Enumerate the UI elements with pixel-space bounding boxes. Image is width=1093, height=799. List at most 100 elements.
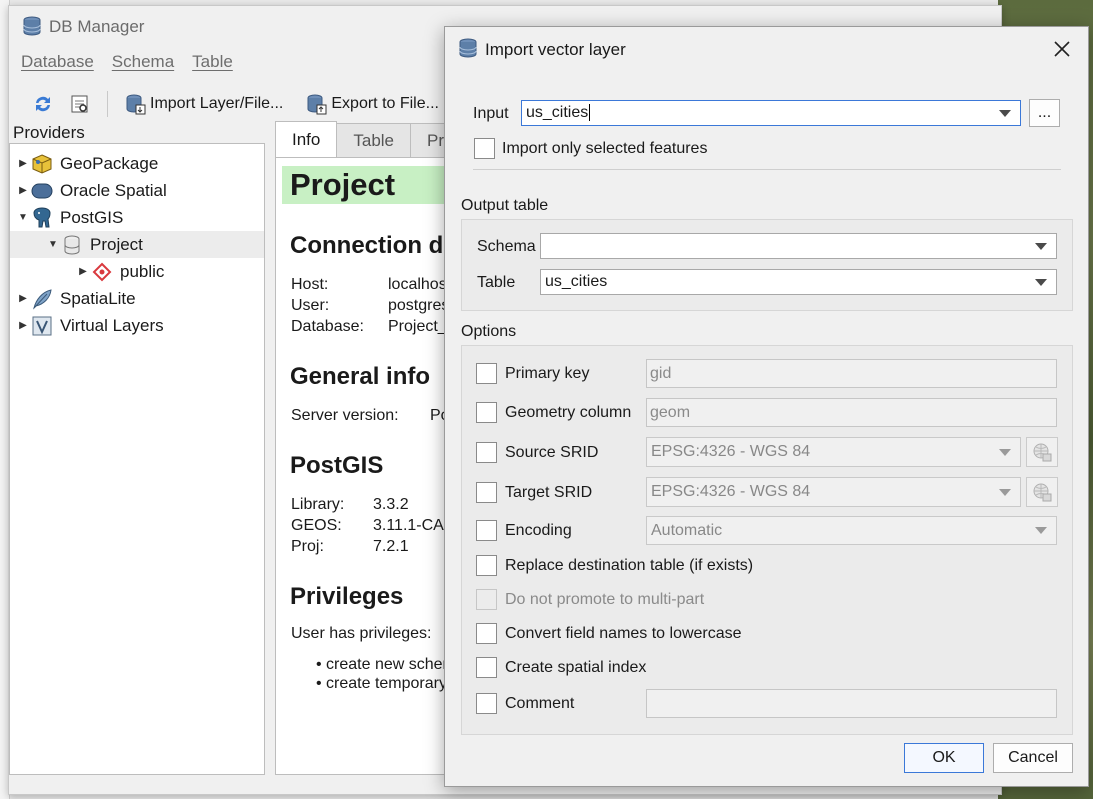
sql-window-button[interactable] (65, 91, 95, 117)
encoding-combo[interactable]: Automatic (646, 516, 1057, 545)
schema-label: Schema (477, 238, 536, 255)
info-tabbar: Info Table Pr (275, 121, 461, 157)
lowercase-fields-label: Convert field names to lowercase (505, 625, 742, 642)
tree-item-geopackage[interactable]: ▶ GeoPackage (10, 150, 264, 177)
source-srid-label: Source SRID (505, 444, 599, 461)
input-layer-combo[interactable]: us_cities (521, 100, 1021, 126)
tab-table[interactable]: Table (336, 123, 411, 157)
info-panel: Project Connection d Host: localhos User:… (275, 157, 455, 775)
tree-item-project[interactable]: ▼ Project (10, 231, 264, 258)
tree-item-public[interactable]: ▶ public (10, 258, 264, 285)
chevron-down-icon[interactable] (990, 438, 1020, 466)
tree-item-spatialite[interactable]: ▶ SpatiaLite (10, 285, 264, 312)
geometry-column-checkbox[interactable] (476, 402, 497, 423)
chevron-down-icon[interactable] (990, 101, 1020, 125)
connection-heading: Connection d (290, 232, 444, 259)
database-icon (60, 234, 84, 256)
privileges-heading: Privileges (290, 583, 404, 610)
options-label: Options (461, 323, 517, 340)
import-only-selected-checkbox[interactable] (474, 138, 495, 159)
database-icon (457, 37, 479, 64)
chevron-down-icon[interactable] (1026, 517, 1056, 544)
collapse-arrow-icon[interactable]: ▼ (16, 212, 30, 223)
cancel-button[interactable]: Cancel (993, 743, 1073, 773)
primary-key-field[interactable]: gid (646, 359, 1057, 388)
import-layer-button[interactable]: Import Layer/File... (120, 91, 287, 117)
chevron-down-icon[interactable] (990, 478, 1020, 506)
import-vector-layer-dialog: Import vector layer Input us_cities ... … (444, 26, 1089, 787)
tree-item-oracle-spatial[interactable]: ▶ Oracle Spatial (10, 177, 264, 204)
browse-button[interactable]: ... (1029, 99, 1060, 127)
replace-table-checkbox[interactable] (476, 555, 497, 576)
db-manager-title: DB Manager (49, 17, 145, 36)
encoding-value: Automatic (651, 521, 723, 539)
providers-label: Providers (13, 123, 85, 142)
target-srid-checkbox[interactable] (476, 482, 497, 503)
encoding-checkbox[interactable] (476, 520, 497, 541)
sql-window-icon (71, 95, 88, 113)
target-srid-combo[interactable]: EPSG:4326 - WGS 84 (646, 477, 1021, 507)
source-srid-value: EPSG:4326 - WGS 84 (651, 443, 811, 460)
tree-label: Oracle Spatial (60, 180, 167, 200)
ok-button[interactable]: OK (904, 743, 984, 773)
export-file-button[interactable]: Export to File... (301, 91, 443, 117)
primary-key-checkbox[interactable] (476, 363, 497, 384)
tree-label: public (120, 261, 165, 281)
spatial-index-label: Create spatial index (505, 659, 647, 676)
tab-info[interactable]: Info (275, 121, 338, 157)
target-crs-selector-button[interactable] (1026, 477, 1058, 507)
collapse-arrow-icon[interactable]: ▼ (46, 239, 60, 250)
menu-table[interactable]: Table (192, 52, 233, 72)
chevron-down-icon[interactable] (1026, 234, 1056, 258)
refresh-button[interactable] (27, 90, 59, 118)
chevron-down-icon[interactable] (1026, 270, 1056, 294)
elephant-icon (30, 206, 54, 229)
geopackage-icon (30, 153, 54, 175)
schema-combo[interactable] (540, 233, 1057, 259)
menubar: Database Schema Table (21, 52, 233, 72)
menu-database[interactable]: Database (21, 52, 94, 72)
tree-label: Virtual Layers (60, 315, 164, 335)
encoding-label: Encoding (505, 522, 572, 539)
no-promote-multipart-checkbox[interactable] (476, 589, 497, 610)
expand-arrow-icon[interactable]: ▶ (16, 185, 30, 196)
privilege-item: • create temporary (316, 675, 447, 692)
server-version-row: Server version: Po (291, 407, 450, 424)
source-crs-selector-button[interactable] (1026, 437, 1058, 467)
table-combo[interactable]: us_cities (540, 269, 1057, 295)
separator (473, 169, 1061, 170)
tree-label: GeoPackage (60, 153, 159, 173)
expand-arrow-icon[interactable]: ▶ (76, 266, 90, 277)
expand-arrow-icon[interactable]: ▶ (16, 158, 30, 169)
postgis-library-row: Library: 3.3.2 (291, 496, 409, 513)
source-srid-checkbox[interactable] (476, 442, 497, 463)
postgis-heading: PostGIS (290, 452, 384, 479)
table-value: us_cities (545, 273, 608, 290)
export-file-label: Export to File... (331, 95, 439, 112)
comment-checkbox[interactable] (476, 693, 497, 714)
expand-arrow-icon[interactable]: ▶ (16, 293, 30, 304)
info-user-row: User: postgres (291, 297, 450, 314)
comment-field[interactable] (646, 689, 1057, 718)
geometry-column-field[interactable]: geom (646, 398, 1057, 427)
target-srid-label: Target SRID (505, 484, 593, 501)
no-promote-multipart-label: Do not promote to multi-part (505, 591, 705, 608)
source-srid-combo[interactable]: EPSG:4326 - WGS 84 (646, 437, 1021, 467)
tree-item-postgis[interactable]: ▼ PostGIS (10, 204, 264, 231)
tree-label: SpatiaLite (60, 288, 136, 308)
close-icon[interactable] (1050, 37, 1074, 61)
spatial-index-checkbox[interactable] (476, 657, 497, 678)
feather-icon (30, 288, 54, 310)
input-layer-value: us_cities (526, 104, 591, 122)
virtual-layer-icon (30, 315, 54, 337)
import-only-selected-label: Import only selected features (502, 140, 708, 157)
crs-globe-icon (1033, 443, 1052, 462)
export-db-icon (307, 94, 327, 115)
import-db-icon (126, 94, 146, 115)
expand-arrow-icon[interactable]: ▶ (16, 320, 30, 331)
lowercase-fields-checkbox[interactable] (476, 623, 497, 644)
menu-schema[interactable]: Schema (112, 52, 174, 72)
tree-item-virtual-layers[interactable]: ▶ Virtual Layers (10, 312, 264, 339)
privileges-text: User has privileges: (291, 625, 432, 642)
info-host-row: Host: localhos (291, 276, 447, 293)
